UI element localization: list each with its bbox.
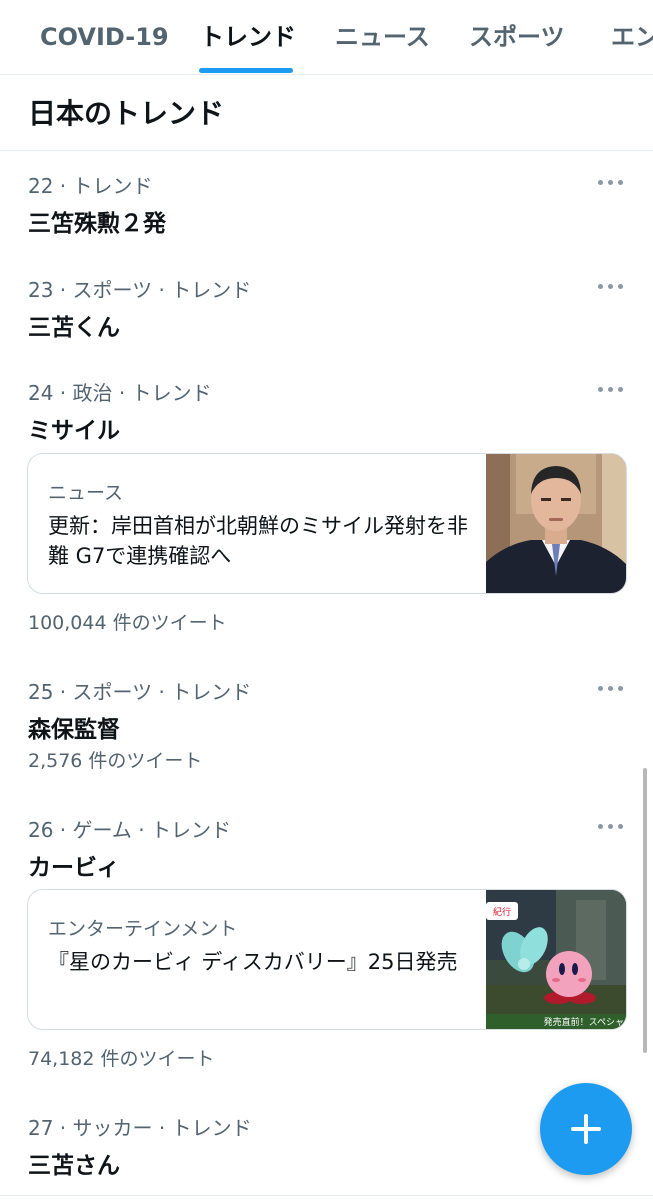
trend-rank: 26 <box>28 818 54 842</box>
scrollbar[interactable] <box>643 768 647 1053</box>
tab-trends[interactable]: トレンド <box>200 0 296 74</box>
trend-name[interactable]: 三苫さん <box>28 1146 120 1180</box>
more-horizontal-icon[interactable] <box>598 279 626 293</box>
card-category-label: エンターテインメント <box>48 918 238 940</box>
tab-sports[interactable]: スポーツ <box>469 0 565 74</box>
trend-meta: 26 · ゲーム · トレンド <box>28 818 232 842</box>
trend-category: 政治 · トレンド <box>72 381 212 405</box>
trend-rank: 27 <box>28 1116 54 1140</box>
trend-category: スポーツ · トレンド <box>72 278 252 302</box>
more-horizontal-icon[interactable] <box>598 175 626 189</box>
thumbnail-caption: 発売直前！スペシャ <box>544 1016 624 1028</box>
trend-category: サッカー · トレンド <box>72 1116 252 1140</box>
divider <box>0 150 653 151</box>
trend-rank: 23 <box>28 278 54 302</box>
more-horizontal-icon[interactable] <box>598 681 626 695</box>
svg-text:紀行: 紀行 <box>493 906 511 918</box>
tab-entertainment[interactable]: エン <box>611 0 653 74</box>
tweet-count: 2,576 件のツイート <box>28 750 203 772</box>
trend-name[interactable]: カービィ <box>28 848 120 882</box>
trend-name[interactable]: 森保監督 <box>28 710 120 744</box>
trend-meta: 25 · スポーツ · トレンド <box>28 680 252 704</box>
tweet-count: 100,044 件のツイート <box>28 612 227 634</box>
trend-name[interactable]: ミサイル <box>28 411 120 445</box>
trend-meta: 22 · トレンド <box>28 174 153 198</box>
tweet-count: 74,182 件のツイート <box>28 1048 215 1070</box>
tab-covid-19[interactable]: COVID-19 <box>40 0 169 74</box>
news-card[interactable]: ニュース 更新：岸田首相が北朝鮮のミサイル発射を非難 G7で連携確認へ <box>27 453 627 594</box>
trend-category: ゲーム · トレンド <box>72 818 232 842</box>
trend-meta: 27 · サッカー · トレンド <box>28 1116 252 1140</box>
card-category-label: ニュース <box>48 482 124 504</box>
compose-tweet-button[interactable] <box>540 1083 632 1175</box>
more-horizontal-icon[interactable] <box>598 382 626 396</box>
trend-meta: 24 · 政治 · トレンド <box>28 381 212 405</box>
trend-name[interactable]: 三笘殊勲２発 <box>28 204 166 238</box>
divider <box>0 1195 653 1196</box>
trend-rank: 25 <box>28 680 54 704</box>
trend-rank: 24 <box>28 381 54 405</box>
trend-name[interactable]: 三苫くん <box>28 308 120 342</box>
card-headline: 『星のカービィ ディスカバリー』25日発売 <box>48 950 458 974</box>
active-tab-indicator <box>199 68 293 73</box>
trend-meta: 23 · スポーツ · トレンド <box>28 278 252 302</box>
trend-category: トレンド <box>72 174 153 198</box>
tab-news[interactable]: ニュース <box>335 0 430 74</box>
news-card[interactable]: エンターテインメント 『星のカービィ ディスカバリー』25日発売 紀行 発売直前… <box>27 889 627 1030</box>
trend-category: スポーツ · トレンド <box>72 680 252 704</box>
more-horizontal-icon[interactable] <box>598 819 626 833</box>
section-title: 日本のトレンド <box>28 97 225 130</box>
news-photo-thumbnail <box>486 454 626 593</box>
card-headline: 更新：岸田首相が北朝鮮のミサイル発射を非難 G7で連携確認へ <box>48 514 468 568</box>
explore-tabs: COVID-19 トレンド ニュース スポーツ エン <box>0 0 653 75</box>
game-screenshot-thumbnail: 紀行 発売直前！スペシャ <box>486 890 626 1029</box>
trend-rank: 22 <box>28 174 54 198</box>
